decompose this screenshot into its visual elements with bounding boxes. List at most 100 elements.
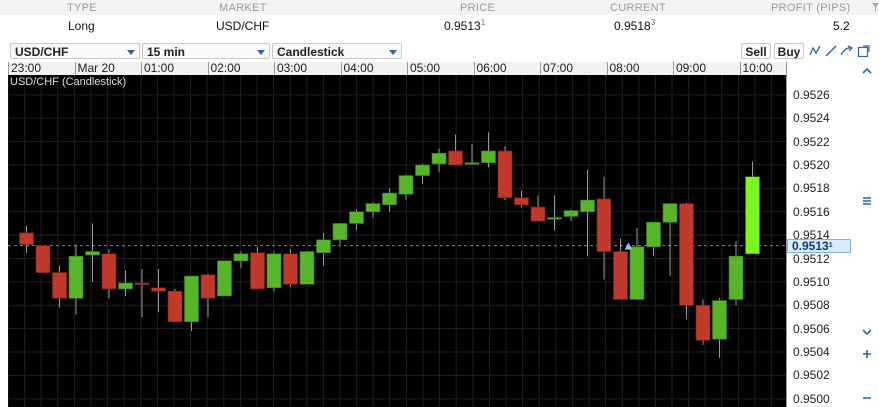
positions-table: TYPE MARKET PRICE CURRENT PROFIT (PIPS) … [0,0,879,37]
candle-up [266,251,282,292]
plot-area[interactable]: USD/CHF (Candlestick) [8,75,786,407]
candle-body [332,223,348,241]
chevron-up-icon[interactable] [862,66,872,76]
candle-down [134,269,150,317]
position-current: 0.95183 [614,18,656,34]
popout-icon[interactable] [857,44,871,58]
time-label: 03:00 [274,62,307,75]
time-label: 09:00 [673,62,706,75]
price-tick-label: 0.9514 [793,228,830,243]
header-current[interactable]: CURRENT [610,2,666,14]
candle-body [712,300,727,340]
zoom-icon[interactable] [840,44,854,58]
chart-title: USD/CHF (Candlestick) [10,76,127,88]
filter-icon[interactable] [872,3,879,12]
candle-body [580,199,595,213]
candle-body [728,255,744,300]
candle-up [332,223,348,245]
price-tick-label: 0.9510 [793,274,830,289]
candle-body [629,246,645,300]
candle-up [431,148,447,173]
candle-down [19,225,34,253]
candle-body [679,203,694,306]
candle-body [365,203,381,213]
buy-button[interactable]: Buy [774,43,804,59]
time-label: 10:00 [739,62,773,75]
candle-up [563,209,579,222]
indicator-icon[interactable] [808,44,822,58]
price-tick-label: 0.9504 [793,345,830,360]
time-label: 05:00 [407,62,440,75]
time-label: 02:00 [207,62,241,75]
candle-up [68,244,84,315]
candle-up [365,202,381,218]
position-price: 0.95131 [444,18,486,34]
minus-icon[interactable] [862,393,872,403]
candle-body [646,221,661,248]
candle-body [283,253,298,285]
plus-icon[interactable] [862,349,872,359]
candle-up [349,209,364,231]
candle-up [118,270,133,296]
chevron-down-icon [127,50,135,55]
time-label: 08:00 [606,62,640,75]
price-tick-label: 0.9524 [793,111,830,126]
candle-body [464,162,480,165]
interval-select[interactable]: 15 min [142,43,270,59]
price-tick-label: 0.9502 [793,368,830,383]
time-axis: 23:00 Mar 20 01:00 02:00 03:00 04:00 05:00 06:0… [8,62,786,76]
candle-up [629,228,645,300]
time-label: 01:00 [141,62,174,75]
candle-up [580,169,595,257]
candle-body [349,211,364,224]
time-label: 07:00 [540,62,573,75]
candle-body [481,150,496,163]
candle-body [233,253,249,262]
candle-up [299,251,315,285]
time-label: 06:00 [473,62,507,75]
header-market[interactable]: MARKET [219,2,267,14]
candle-up [547,195,562,231]
header-type[interactable]: TYPE [67,2,97,14]
price-tick-label: 0.9506 [793,321,830,336]
candle-body [101,253,117,290]
symbol-select-value: USD/CHF [15,45,69,59]
candle-body [68,255,84,299]
candle-body [19,232,34,245]
candle-down [250,246,265,290]
candle-body [266,253,282,289]
candle-body [250,252,265,290]
candle-down [52,265,67,308]
candle-up [712,298,727,358]
price-tick-label: 0.9522 [793,134,830,149]
candle-up [646,221,661,257]
position-type: Long [68,19,95,33]
chevron-down-icon[interactable] [862,327,872,337]
header-price[interactable]: PRICE [460,2,495,14]
candle-body [118,282,133,290]
candle-up [85,223,100,282]
vertical-scrollbar[interactable] [856,62,879,407]
position-row[interactable]: Long USD/CHF 0.95131 0.95183 5.2 [0,15,879,37]
symbol-select[interactable]: USD/CHF [10,43,140,59]
candle-body [217,260,232,297]
chart-toolbar: USD/CHF 15 min Candlestick Sell Buy [0,39,879,62]
sell-button[interactable]: Sell [741,43,771,59]
draw-line-icon[interactable] [824,44,838,58]
candle-up [184,275,199,332]
candle-down [497,146,513,201]
candle-body [35,245,51,273]
candle-down [613,238,628,300]
header-profit[interactable]: PROFIT (PIPS) [771,2,850,14]
candle-up [464,143,480,166]
time-label: Mar 20 [74,62,115,75]
chart-type-select-value: Candlestick [277,45,345,59]
price-tick-label: 0.9520 [793,158,830,172]
candle-down [35,245,51,273]
candle-down [151,269,166,313]
scroll-thumb-icon[interactable] [862,196,872,206]
price-tick-label: 0.9516 [793,204,830,219]
chart-type-select[interactable]: Candlestick [272,43,402,59]
time-label: 04:00 [340,62,374,75]
candle-body [514,197,529,206]
